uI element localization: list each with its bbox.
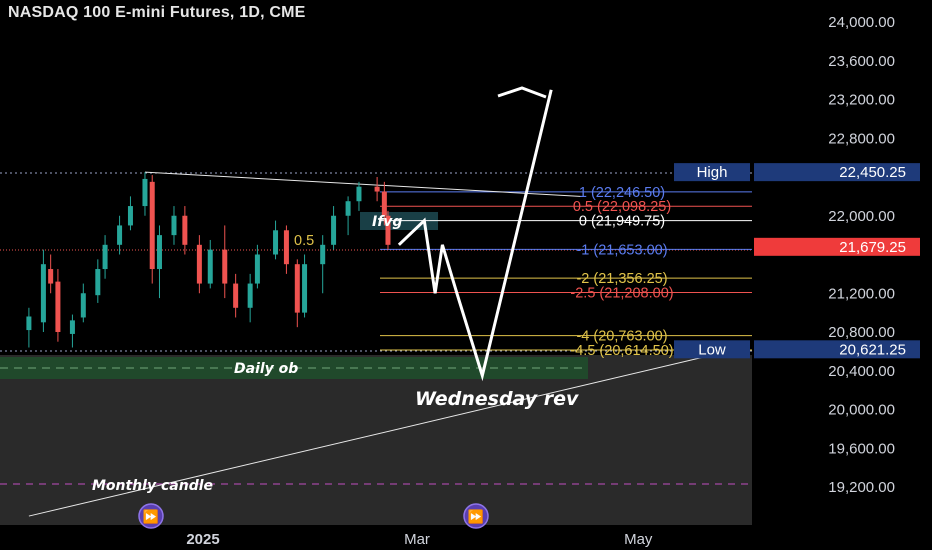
candle-body (156, 235, 162, 270)
candle-body (207, 249, 213, 284)
x-tick-label: 2025 (186, 531, 219, 548)
candle-body (331, 215, 337, 245)
candle-body (294, 264, 300, 313)
y-tick-label: 19,600.00 (828, 440, 895, 457)
y-tick-label: 20,000.00 (828, 402, 895, 419)
candle-body (273, 230, 279, 255)
y-tick-label: 22,000.00 (828, 208, 895, 225)
candle-body (102, 244, 108, 270)
lower-pane-shade (0, 355, 752, 525)
candle-body (283, 230, 289, 265)
candle-body (222, 249, 228, 284)
y-tick-label: 22,800.00 (828, 130, 895, 147)
svg-text:⏩: ⏩ (468, 509, 484, 525)
candle-body (233, 283, 239, 308)
candle-body (381, 191, 387, 216)
y-tick-label: 24,000.00 (828, 14, 895, 31)
x-tick-label: Mar (404, 531, 430, 548)
fib-label: -1 (21,653.00) (576, 242, 667, 258)
price-tag-value: 21,679.25 (839, 239, 906, 256)
replay-icon[interactable]: ⏩ (463, 503, 489, 529)
chart-title: NASDAQ 100 E-mini Futures, 1D, CME (8, 4, 306, 21)
ifvg-label: Ifvg (372, 214, 402, 230)
y-tick-label: 23,200.00 (828, 92, 895, 109)
price-tag-label: High (697, 164, 728, 181)
half-fib-label: 0.5 (294, 233, 314, 249)
candle-body (117, 225, 123, 245)
fib-label: -4.5 (20,614.50) (570, 343, 673, 359)
candle-body (127, 206, 133, 226)
price-tag-label: Low (698, 341, 726, 358)
price-tag-value: 22,450.25 (839, 164, 906, 181)
candle-body (374, 186, 380, 192)
wednesday-rev-label: Wednesday rev (415, 388, 579, 410)
monthly-candle-label: Monthly candle (92, 478, 213, 494)
fib-label: -2.5 (21,208.00) (570, 285, 673, 301)
candle-body (26, 316, 32, 331)
candle-body (254, 254, 260, 284)
replay-icon[interactable]: ⏩ (138, 503, 164, 529)
candle-body (182, 215, 188, 245)
candle-body (149, 181, 155, 270)
candle-body (247, 283, 253, 308)
x-tick-label: May (624, 531, 653, 548)
candle-body (320, 244, 326, 265)
fib-label: 0 (21,949.75) (579, 214, 665, 230)
y-tick-label: 23,600.00 (828, 53, 895, 70)
candle-body (356, 186, 362, 202)
price-tag-value: 20,621.25 (839, 341, 906, 358)
candle-body (345, 201, 351, 216)
candle-body (48, 269, 54, 284)
candle-body (55, 281, 61, 332)
daily-ob-label: Daily ob (234, 361, 298, 377)
svg-text:⏩: ⏩ (143, 509, 159, 525)
candle-body (196, 244, 202, 284)
y-tick-label: 21,200.00 (828, 285, 895, 302)
y-tick-label: 20,400.00 (828, 363, 895, 380)
candle-body (142, 178, 148, 207)
candle-body (171, 215, 177, 236)
candle-body (80, 293, 86, 318)
y-tick-label: 19,200.00 (828, 479, 895, 496)
candle-body (69, 320, 75, 334)
candle-body (40, 264, 46, 323)
y-tick-label: 20,800.00 (828, 324, 895, 341)
candle-body (95, 269, 101, 296)
candle-body (302, 264, 308, 313)
price-chart[interactable]: 1 (22,246.50)0.5 (22,098.25)0 (21,949.75… (0, 0, 932, 550)
